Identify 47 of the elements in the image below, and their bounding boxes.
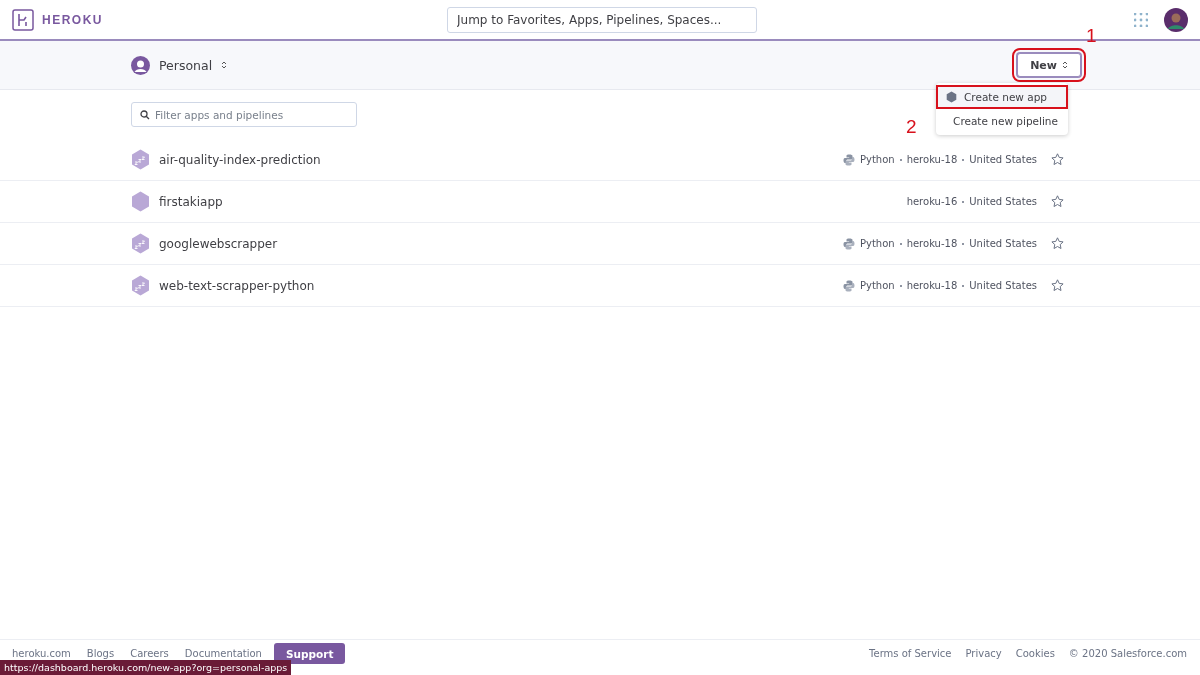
app-stack: heroku-18: [906, 280, 958, 291]
menu-item[interactable]: Create new app: [936, 85, 1068, 109]
app-name[interactable]: firstakiapp: [159, 194, 223, 209]
app-region: United States: [969, 238, 1037, 249]
footer-link[interactable]: Careers: [130, 647, 169, 660]
app-region: United States: [969, 196, 1037, 207]
star-icon[interactable]: [1051, 153, 1064, 166]
app-stack: heroku-16: [906, 196, 958, 207]
python-icon: [842, 237, 855, 250]
app-name[interactable]: web-text-scrapper-python: [159, 278, 315, 293]
search-field[interactable]: Jump to Favorites, Apps, Pipelines, Spaces...: [447, 6, 757, 33]
footer-link[interactable]: heroku.com: [12, 647, 71, 660]
menu-item[interactable]: Create new pipeline: [936, 109, 1068, 133]
support-button[interactable]: Support: [273, 643, 346, 664]
app-name[interactable]: googlewebscrapper: [159, 236, 278, 251]
avatar[interactable]: [1164, 7, 1188, 32]
sort-caret-icon: [1062, 60, 1068, 70]
app-stack: heroku-18: [906, 154, 958, 165]
app-region: United States: [969, 154, 1037, 165]
app-region: United States: [969, 280, 1037, 291]
sort-caret-icon[interactable]: [221, 60, 228, 70]
logo-text[interactable]: HEROKU: [42, 12, 103, 27]
account-switcher[interactable]: Personal: [159, 57, 213, 73]
apps-grid-icon[interactable]: [1134, 12, 1148, 27]
url-tooltip: https://dashboard.heroku.com/new-app?org=personal-apps: [0, 660, 292, 675]
app-stack: heroku-18: [906, 238, 958, 249]
footer-link[interactable]: Cookies: [1015, 647, 1055, 660]
user-icon: [131, 55, 150, 75]
footer-link[interactable]: Blogs: [86, 647, 115, 660]
app-language: Python: [859, 154, 895, 165]
app-name[interactable]: air-quality-index-prediction: [159, 152, 321, 167]
python-icon: [842, 279, 855, 292]
hexagon-icon: [946, 91, 957, 103]
copyright: © 2020 Salesforce.com: [1068, 647, 1187, 660]
footer-link[interactable]: Documentation: [184, 647, 262, 660]
footer-link[interactable]: Terms of Service: [869, 647, 952, 660]
python-icon: [842, 153, 855, 166]
app-language: Python: [859, 238, 895, 249]
footer-link[interactable]: Privacy: [965, 647, 1002, 660]
step-number: 2: [906, 116, 917, 138]
star-icon[interactable]: [1051, 237, 1064, 250]
step-number: 1: [1086, 25, 1097, 47]
app-language: Python: [859, 280, 895, 291]
heroku-logo-icon[interactable]: [12, 8, 34, 31]
filter-field[interactable]: Filter apps and pipelines: [131, 102, 357, 127]
star-icon[interactable]: [1051, 195, 1064, 208]
star-icon[interactable]: [1051, 279, 1064, 292]
